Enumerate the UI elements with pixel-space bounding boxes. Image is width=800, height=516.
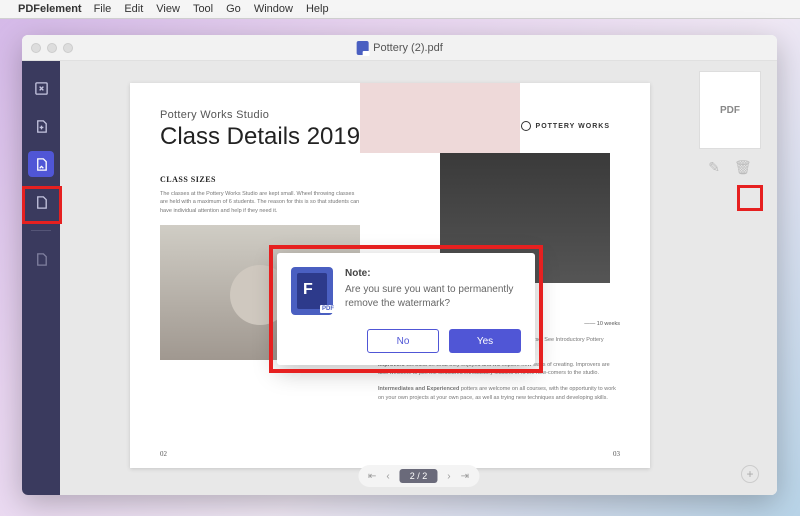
page-last-icon[interactable]: ⇥ xyxy=(461,471,469,482)
app-window: Pottery (2).pdf Pottery Works Studio Cla… xyxy=(22,35,777,495)
dialog-title: Note: xyxy=(345,267,521,281)
sidebar-more-tool[interactable] xyxy=(28,246,54,272)
window-close-icon[interactable] xyxy=(31,43,41,53)
menu-help[interactable]: Help xyxy=(306,3,329,15)
page-indicator[interactable]: 2 / 2 xyxy=(400,469,438,483)
watermark-thumbnail[interactable]: PDF xyxy=(699,71,761,149)
sidebar-page-tool[interactable] xyxy=(28,189,54,215)
subtitle: Pottery Works Studio xyxy=(160,109,620,121)
pdf-file-icon xyxy=(356,41,368,55)
menu-file[interactable]: File xyxy=(94,3,112,15)
page-navigator: ⇤ ‹ 2 / 2 › ⇥ xyxy=(358,465,479,487)
mac-menubar: PDFelement File Edit View Tool Go Window… xyxy=(0,0,800,19)
left-sidebar xyxy=(22,61,60,495)
window-titlebar: Pottery (2).pdf xyxy=(22,35,777,61)
dialog-app-icon: F xyxy=(291,267,333,315)
document-name: Pottery (2).pdf xyxy=(373,42,443,54)
highlight-delete xyxy=(737,185,763,211)
page-prev-icon[interactable]: ‹ xyxy=(386,471,389,482)
menu-tool[interactable]: Tool xyxy=(193,3,213,15)
paragraph-intermediates: Intermediates and Experienced potters ar… xyxy=(378,385,620,402)
dialog-message: Are you sure you want to permanently rem… xyxy=(345,284,513,309)
confirm-dialog: F Note: Are you sure you want to permane… xyxy=(277,253,535,365)
delete-watermark-icon[interactable]: 🗑 xyxy=(734,159,752,176)
no-button[interactable]: No xyxy=(367,329,439,353)
sidebar-watermark[interactable] xyxy=(28,151,54,177)
edit-watermark-icon[interactable]: ✎ xyxy=(708,159,720,176)
page-number-right: 03 xyxy=(613,450,620,458)
window-minimize-icon[interactable] xyxy=(47,43,57,53)
page-next-icon[interactable]: › xyxy=(447,471,450,482)
sidebar-close-tool[interactable] xyxy=(28,75,54,101)
page-first-icon[interactable]: ⇤ xyxy=(368,471,376,482)
menu-window[interactable]: Window xyxy=(254,3,293,15)
page-title: Class Details 2019 xyxy=(160,123,620,151)
menu-edit[interactable]: Edit xyxy=(124,3,143,15)
thumbnail-panel: PDF ✎ 🗑 xyxy=(695,71,765,176)
sidebar-divider xyxy=(31,230,51,231)
yes-button[interactable]: Yes xyxy=(449,329,521,353)
section-heading-sizes: CLASS SIZES xyxy=(160,175,360,184)
menu-go[interactable]: Go xyxy=(226,3,241,15)
menu-view[interactable]: View xyxy=(156,3,180,15)
sidebar-add-page[interactable] xyxy=(28,113,54,139)
document-title: Pottery (2).pdf xyxy=(356,41,443,55)
section-body-sizes: The classes at the Pottery Works Studio … xyxy=(160,190,360,215)
menubar-app-name[interactable]: PDFelement xyxy=(18,3,82,15)
window-zoom-icon[interactable] xyxy=(63,43,73,53)
zoom-in-icon[interactable]: + xyxy=(741,465,759,483)
page-number-left: 02 xyxy=(160,450,167,458)
